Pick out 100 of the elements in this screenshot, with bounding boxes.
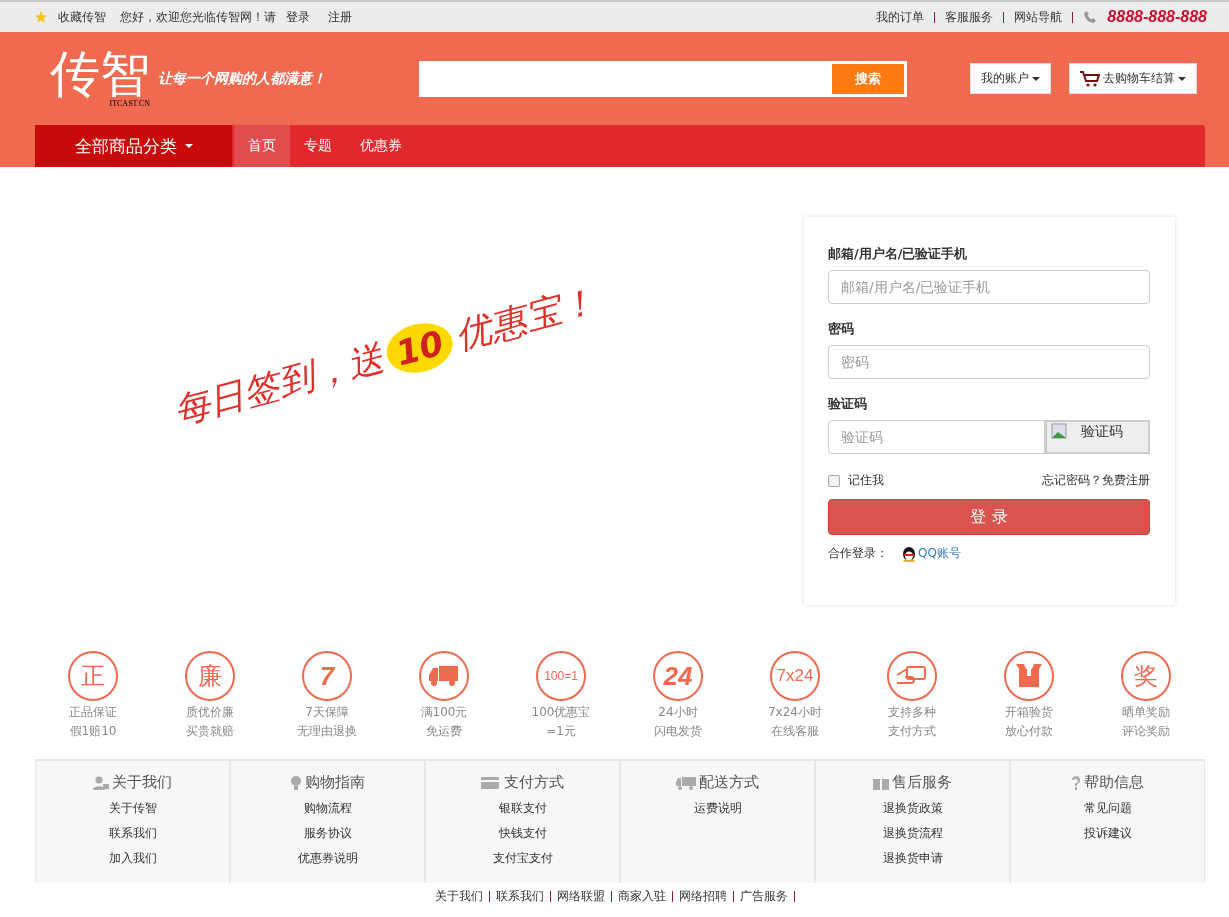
remember-checkbox[interactable] (828, 474, 840, 487)
cart-button[interactable]: 去购物车结算 (1069, 63, 1197, 94)
feature-caption: 开箱验货 (1005, 704, 1053, 720)
welcome-text: 您好，欢迎您光临传智网！请 (120, 8, 276, 26)
bottom-link[interactable]: 网络联盟 (556, 888, 605, 905)
phone-icon (1083, 10, 1098, 24)
signup-link[interactable]: 免费注册 (1102, 472, 1150, 489)
slogan: 让每一个网购的人都满意！ (158, 69, 327, 88)
footer-heading: 售后服务 (892, 773, 952, 792)
nav-tab[interactable]: 优惠券 (346, 125, 416, 167)
footer-heading: 配送方式 (699, 773, 759, 792)
captcha-image[interactable]: 验证码 (1045, 420, 1150, 454)
feature-caption: 买贵就赔 (186, 723, 234, 739)
feature-badge: 24 (653, 651, 703, 701)
feature-badge: 廉 (185, 651, 235, 701)
card-in-hand-icon (887, 651, 937, 701)
nav-tab[interactable]: 首页 (234, 125, 290, 167)
username-field[interactable]: 邮箱/用户名/已验证手机 (828, 270, 1150, 304)
login-button[interactable]: 登 录 (828, 499, 1150, 535)
top-link[interactable]: 网站导航 (1014, 8, 1063, 26)
top-link[interactable]: 客服服务 (945, 8, 994, 26)
footer-link[interactable]: 退换货流程 (882, 825, 943, 842)
feature-badge: 正 (68, 651, 118, 701)
caret-icon (1178, 76, 1186, 81)
feature-badge: 7 (302, 651, 352, 701)
favorite-link[interactable]: 收藏传智 (58, 8, 106, 26)
login-link[interactable]: 登录 (286, 8, 310, 26)
footer-link[interactable]: 常见问题 (1083, 800, 1132, 817)
footer-link[interactable]: 投诉建议 (1083, 825, 1132, 842)
field-label: 验证码 (828, 395, 868, 413)
footer-link[interactable]: 支付宝支付 (492, 850, 553, 867)
feature-caption: =1元 (546, 723, 576, 739)
cart-icon (1080, 70, 1100, 87)
feature-caption: 无理由退换 (297, 723, 357, 739)
feature-caption: 24小时 (658, 704, 698, 720)
top-link[interactable]: 我的订单 (876, 8, 925, 26)
account-button[interactable]: 我的账户 (970, 63, 1051, 94)
bottom-link[interactable]: 联系我们 (495, 888, 544, 905)
category-menu-button[interactable]: 全部商品分类 (35, 125, 232, 167)
forgot-password-link[interactable]: 忘记密码？ (1042, 472, 1102, 489)
footer-link[interactable]: 银联支付 (498, 800, 547, 817)
footer-link[interactable]: 加入我们 (108, 850, 157, 867)
phone-number: 8888-888-888 (1107, 8, 1207, 26)
feature-badge: 100=1 (536, 651, 586, 701)
box-icon (1004, 651, 1054, 701)
feature-caption: 正品保证 (69, 704, 117, 720)
partner-login-label: 合作登录： (828, 545, 888, 562)
feature-caption: 7x24小时 (768, 704, 822, 720)
star-icon (34, 10, 48, 24)
footer-link[interactable]: 联系我们 (108, 825, 157, 842)
footer-link[interactable]: 服务协议 (303, 825, 352, 842)
footer-link[interactable]: 优惠券说明 (297, 850, 358, 867)
register-link[interactable]: 注册 (328, 8, 352, 26)
nav-tab[interactable]: 专题 (290, 125, 346, 167)
feature-caption: 满100元 (420, 704, 468, 720)
bottom-link[interactable]: 网络招聘 (678, 888, 727, 905)
footer-link[interactable]: 运费说明 (693, 800, 742, 817)
footer-heading: 购物指南 (305, 773, 365, 792)
user-icon (93, 775, 109, 790)
bottom-link[interactable]: 商家入驻 (617, 888, 666, 905)
penguin-icon (902, 545, 916, 562)
feature-caption: 假1赔10 (69, 723, 117, 739)
footer-heading: 关于我们 (112, 773, 172, 792)
feature-caption: 质优价廉 (186, 704, 234, 720)
footer-heading: 帮助信息 (1084, 773, 1144, 792)
field-label: 邮箱/用户名/已验证手机 (828, 245, 969, 263)
footer-link[interactable]: 退换货申请 (882, 850, 943, 867)
feature-caption: 7天保障 (305, 704, 349, 720)
truck-icon (419, 651, 469, 701)
footer-link[interactable]: 购物流程 (303, 800, 352, 817)
caret-icon (184, 144, 193, 148)
bottom-link[interactable]: 广告服务 (739, 888, 788, 905)
feature-caption: 支付方式 (888, 723, 936, 739)
help-icon (1071, 775, 1081, 790)
password-field[interactable]: 密码 (828, 345, 1150, 379)
card-icon (481, 775, 501, 790)
feature-caption: 评论奖励 (1122, 723, 1170, 739)
field-label: 密码 (828, 320, 855, 338)
footer-heading: 支付方式 (504, 773, 564, 792)
footer-link[interactable]: 关于传智 (108, 800, 157, 817)
feature-caption: 晒单奖励 (1122, 704, 1170, 720)
remember-label: 记住我 (848, 472, 884, 489)
feature-caption: 放心付款 (1005, 723, 1053, 739)
feature-caption: 100优惠宝 (531, 704, 591, 720)
feature-caption: 闪电发货 (654, 723, 702, 739)
footer-link[interactable]: 退换货政策 (882, 800, 943, 817)
logo-subtitle: ITCAST.CN (109, 99, 150, 108)
truck-icon (676, 775, 696, 790)
feature-caption: 免运费 (426, 723, 462, 739)
qq-login-link[interactable]: QQ账号 (902, 545, 961, 562)
captcha-field[interactable]: 验证码 (828, 420, 1045, 454)
lightbulb-icon (290, 775, 302, 790)
feature-caption: 支持多种 (888, 704, 936, 720)
footer-link[interactable]: 快钱支付 (498, 825, 547, 842)
broken-image-icon (1051, 423, 1067, 439)
bottom-link[interactable]: 关于我们 (434, 888, 483, 905)
feature-badge: 7x24 (770, 651, 820, 701)
feature-badge: 奖 (1121, 651, 1171, 701)
caret-icon (1032, 76, 1040, 81)
feature-caption: 在线客服 (771, 723, 819, 739)
